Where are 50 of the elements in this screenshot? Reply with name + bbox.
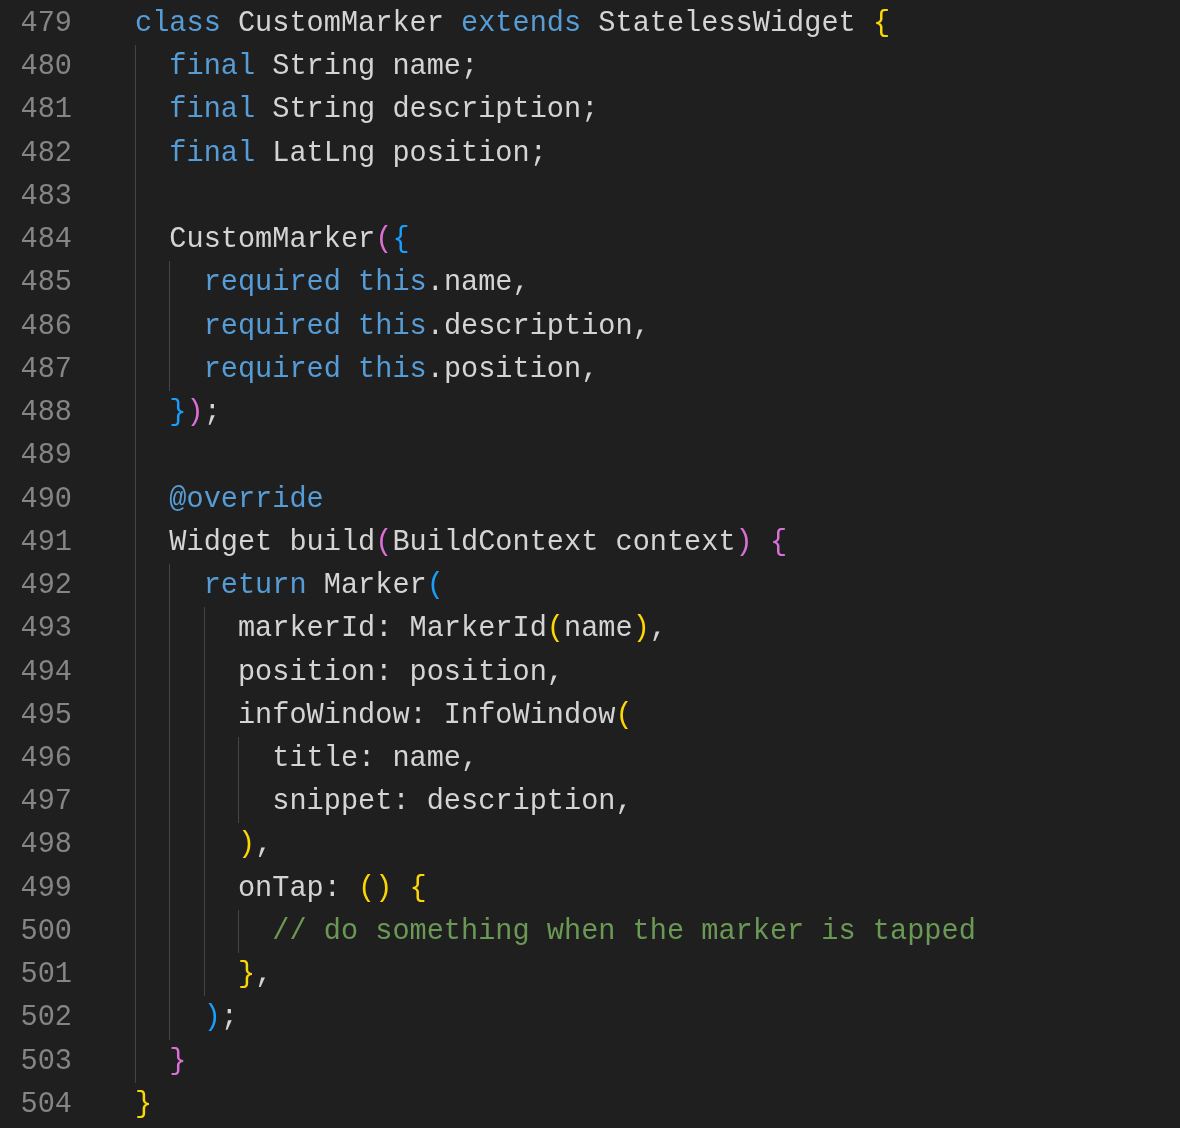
code-line: class CustomMarker extends StatelessWidget { [135, 7, 891, 40]
line-number: 482 [19, 135, 72, 172]
line-number: 496 [19, 741, 72, 777]
code-line: title: name, [271, 742, 479, 775]
code-line: ), [236, 828, 273, 862]
line-number: 500 [19, 913, 72, 950]
code-line: @override [168, 482, 324, 516]
line-number: 483 [19, 178, 72, 215]
code-line: // do something when the marker is tapped [271, 914, 976, 948]
code-line: required this.name, [202, 266, 530, 300]
line-number: 481 [19, 92, 72, 129]
code-line: markerId: MarkerId(name), [236, 612, 667, 646]
line-number: 495 [19, 697, 72, 734]
line-number: 490 [19, 481, 72, 518]
code-line: return Marker( [202, 569, 444, 603]
code-line: }); [168, 396, 221, 430]
line-number: 479 [19, 6, 72, 42]
code-line: ); [202, 1001, 238, 1035]
line-number: 503 [19, 1043, 72, 1080]
code-line: final LatLng position; [168, 136, 547, 170]
code-line: final String name; [168, 50, 479, 84]
code-line: snippet: description, [271, 785, 633, 819]
line-number: 484 [19, 222, 72, 259]
line-number: 480 [19, 49, 72, 86]
code-line: required this.description, [202, 309, 650, 343]
code-line: onTap: () { [236, 871, 427, 905]
line-number: 488 [19, 395, 72, 432]
line-number: 494 [19, 654, 72, 691]
code-line: final String description; [168, 93, 599, 127]
code-line: infoWindow: InfoWindow( [236, 698, 633, 732]
code-line: required this.position, [202, 352, 599, 386]
line-number: 487 [19, 351, 72, 388]
line-number: 499 [19, 870, 72, 907]
code-line: position: position, [236, 655, 564, 689]
code-line: }, [236, 958, 273, 992]
line-number: 493 [19, 611, 72, 648]
line-number: 489 [19, 438, 72, 475]
code-line: CustomMarker({ [168, 223, 410, 257]
line-number: 498 [19, 827, 72, 864]
code-line: } [168, 1044, 187, 1078]
line-number: 502 [19, 1000, 72, 1037]
code-line: Widget build(BuildContext context) { [168, 525, 788, 559]
line-number: 492 [19, 568, 72, 605]
line-number: 501 [19, 957, 72, 994]
line-number: 491 [19, 524, 72, 561]
line-number: 504 [19, 1086, 72, 1123]
line-number: 485 [19, 265, 72, 302]
code-line: } [135, 1087, 153, 1121]
line-number: 486 [19, 308, 72, 345]
line-number: 497 [19, 784, 72, 821]
